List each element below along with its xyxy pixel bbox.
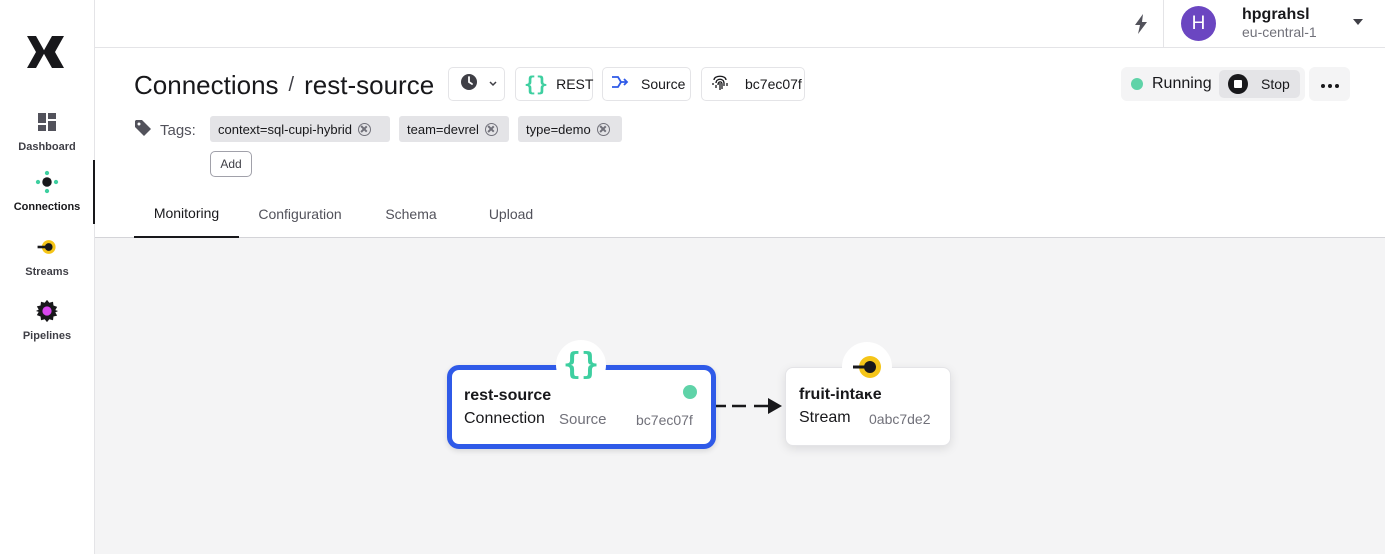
braces-icon: {} — [524, 72, 549, 96]
tags-label: Tags: — [160, 122, 196, 139]
connector-id-label: bc7ec07f — [745, 76, 802, 92]
sidebar-item-label: Pipelines — [22, 330, 72, 342]
connector-role-badge: Source — [602, 67, 691, 101]
sidebar: Dashboard Connections Streams Pipelines — [0, 0, 95, 554]
tag-chip-label: type=demo — [526, 121, 591, 137]
sidebar-item-streams[interactable]: Streams — [0, 235, 94, 299]
connector-type-badge: {} REST — [515, 67, 593, 101]
history-dropdown[interactable] — [448, 67, 505, 101]
status-dot — [1131, 78, 1143, 90]
sidebar-item-label: Connections — [13, 201, 81, 213]
connections-icon — [35, 170, 59, 194]
streams-icon — [35, 235, 59, 259]
status-dot — [683, 385, 697, 399]
edge-arrow — [716, 398, 782, 414]
remove-tag-icon[interactable] — [358, 122, 372, 136]
tags-label-group: Tags: — [134, 119, 196, 142]
node-kind: Connection — [464, 410, 545, 427]
sidebar-item-label: Dashboard — [18, 141, 76, 153]
pipelines-icon — [35, 299, 59, 323]
braces-icon: {} — [556, 340, 606, 390]
add-tag-button[interactable]: Add — [210, 151, 252, 177]
node-role: Source — [559, 411, 607, 428]
stop-button[interactable]: Stop — [1219, 70, 1300, 98]
clock-icon — [460, 73, 478, 96]
topbar: H hpgrahsl eu-central-1 — [95, 0, 1385, 48]
user-region: eu-central-1 — [1242, 24, 1317, 40]
tag-chip: team=devrel — [399, 116, 509, 142]
more-button[interactable] — [1309, 67, 1350, 101]
tag-icon — [134, 119, 152, 142]
streams-icon — [842, 342, 892, 392]
connector-role-label: Source — [641, 76, 686, 92]
status-badge: Running — [1152, 75, 1212, 92]
source-arrow-icon — [611, 75, 629, 94]
tag-chip-label: context=sql-cupi-hybrid — [218, 121, 353, 137]
sidebar-item-connections[interactable]: Connections — [0, 170, 94, 234]
tag-chip: type=demo — [518, 116, 622, 142]
node-id: 0abc7de2 — [869, 411, 931, 427]
breadcrumb: Connections / rest-source — [134, 67, 434, 103]
tag-chip-label: team=devrel — [407, 121, 479, 137]
tab-monitoring[interactable]: Monitoring — [134, 190, 239, 238]
fingerprint-icon — [710, 72, 730, 97]
topbar-divider — [1163, 0, 1164, 48]
stop-icon — [1228, 74, 1248, 94]
node-id: bc7ec07f — [636, 412, 693, 428]
sidebar-item-dashboard[interactable]: Dashboard — [0, 110, 94, 174]
bolt-icon[interactable] — [1129, 12, 1153, 36]
dashboard-icon — [35, 110, 59, 134]
node-kind: Stream — [799, 409, 851, 426]
chevron-down-icon[interactable] — [1353, 19, 1363, 25]
tag-chip: context=sql-cupi-hybrid — [210, 116, 390, 142]
node-title: rest-source — [464, 387, 552, 404]
tab-schema[interactable]: Schema — [376, 190, 446, 238]
chevron-down-icon — [488, 75, 498, 93]
page-title: rest-source — [304, 69, 435, 100]
sidebar-item-label: Streams — [25, 266, 69, 278]
stop-button-label: Stop — [1261, 76, 1290, 92]
avatar[interactable]: H — [1181, 6, 1216, 41]
monitoring-canvas: rest-source Connection Source bc7ec07f {… — [95, 238, 1385, 554]
more-horizontal-icon — [1320, 75, 1339, 93]
connector-type-label: REST — [556, 76, 594, 92]
tab-bar: Monitoring Configuration Schema Upload — [95, 190, 1385, 238]
status-control: Running Stop — [1121, 67, 1305, 101]
user-name[interactable]: hpgrahsl — [1242, 6, 1310, 24]
breadcrumb-root[interactable]: Connections — [134, 70, 279, 101]
tab-configuration[interactable]: Configuration — [250, 190, 350, 238]
remove-tag-icon[interactable] — [484, 122, 498, 136]
tab-upload[interactable]: Upload — [476, 190, 546, 238]
app-logo[interactable] — [24, 32, 68, 72]
sidebar-item-pipelines[interactable]: Pipelines — [0, 299, 94, 363]
remove-tag-icon[interactable] — [596, 122, 610, 136]
breadcrumb-separator: / — [288, 73, 295, 96]
connector-id-badge[interactable]: bc7ec07f — [701, 67, 805, 101]
